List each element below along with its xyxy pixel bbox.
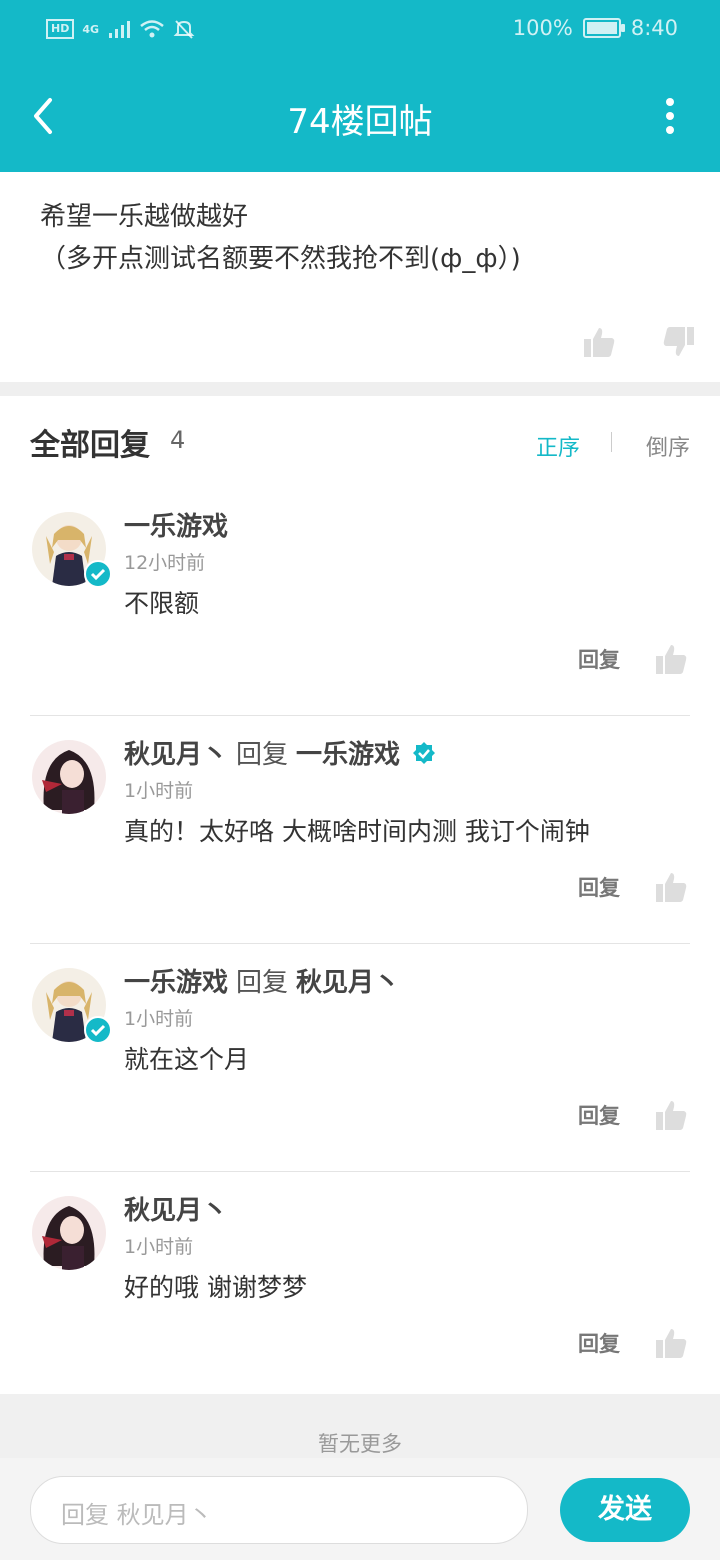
thumbs-down-icon[interactable] (662, 325, 696, 359)
thumbs-up-icon[interactable] (654, 642, 688, 676)
avatar[interactable] (32, 1196, 106, 1270)
status-bar: HD 4G 100% 8:40 (0, 0, 720, 62)
reply-text: 好的哦 谢谢梦梦 (124, 1273, 307, 1302)
battery-icon (582, 18, 625, 38)
reply-item: 一乐游戏 12小时前 不限额 回复 (0, 488, 720, 716)
replies-count: 4 (170, 426, 186, 454)
reply-button[interactable]: 回复 (578, 1100, 620, 1130)
sort-descending-button[interactable]: 倒序 (646, 430, 690, 462)
sort-ascending-button[interactable]: 正序 (536, 430, 580, 462)
reply-author-name[interactable]: 一乐游戏 (124, 506, 228, 543)
reply-button[interactable]: 回复 (578, 644, 620, 674)
thumbs-up-icon[interactable] (654, 1098, 688, 1132)
reply-author: 一乐游戏 回复 秋见月丶 (124, 962, 400, 999)
reply-input[interactable]: 回复 秋见月丶 (30, 1476, 528, 1544)
reply-author-name[interactable]: 一乐游戏 (124, 962, 228, 999)
section-divider (0, 382, 720, 396)
no-more-text: 暂无更多 (318, 1432, 402, 1456)
post-text-line: 希望一乐越做越好 (40, 202, 249, 232)
reply-button[interactable]: 回复 (578, 872, 620, 902)
reply-text: 不限额 (124, 589, 200, 618)
reply-to-word: 回复 (236, 740, 289, 770)
signal-bars-icon (109, 21, 131, 38)
signal-icon: 4G (82, 22, 100, 36)
hd-indicator: HD (46, 19, 75, 39)
reply-item: 秋见月丶 1小时前 好的哦 谢谢梦梦 回复 (0, 1172, 720, 1394)
replies-header: 全部回复 4 正序 倒序 (0, 396, 720, 489)
reply-author: 秋见月丶 回复 一乐游戏 (124, 734, 436, 771)
reply-text: 就在这个月 (124, 1045, 250, 1074)
thumbs-up-icon[interactable] (654, 1326, 688, 1360)
original-post: 希望一乐越做越好 （多开点测试名额要不然我抢不到(ф_ф）) (0, 150, 720, 382)
verified-badge-icon (84, 1016, 112, 1044)
reply-time: 12小时前 (124, 552, 206, 574)
reply-time: 1小时前 (124, 1236, 194, 1258)
reply-author: 一乐游戏 (124, 506, 228, 543)
reply-target-name[interactable]: 一乐游戏 (296, 734, 400, 771)
verified-badge-icon (84, 560, 112, 588)
battery-percent: 100% (512, 16, 573, 40)
reply-input-placeholder: 回复 秋见月丶 (61, 1501, 213, 1529)
list-end-area: 暂无更多 (0, 1394, 720, 1466)
reply-author: 秋见月丶 (124, 1190, 228, 1227)
reply-button[interactable]: 回复 (578, 1328, 620, 1358)
reply-to-word: 回复 (236, 968, 289, 998)
post-text-line: （多开点测试名额要不然我抢不到(ф_ф）) (40, 244, 521, 274)
thumbs-up-icon[interactable] (654, 870, 688, 904)
reply-item: 一乐游戏 回复 秋见月丶 1小时前 就在这个月 回复 (0, 944, 720, 1172)
page-title: 74楼回帖 (287, 102, 433, 142)
app-header: HD 4G 100% 8:40 74楼回帖 (0, 0, 720, 172)
verified-badge-icon (413, 741, 436, 764)
clock: 8:40 (630, 16, 678, 40)
more-menu-icon[interactable] (664, 98, 676, 138)
thumbs-up-icon[interactable] (582, 325, 616, 359)
avatar[interactable] (32, 740, 106, 814)
mute-bell-icon (173, 20, 195, 39)
replies-title: 全部回复 (30, 428, 150, 463)
send-button[interactable]: 发送 (560, 1478, 690, 1542)
reply-item: 秋见月丶 回复 一乐游戏 1小时前 真的！太好咯 大概啥时间内测 我订个闹钟 回… (0, 716, 720, 944)
reply-bar: 回复 秋见月丶 发送 (0, 1458, 720, 1560)
reply-author-name[interactable]: 秋见月丶 (124, 734, 228, 771)
reply-author-name[interactable]: 秋见月丶 (124, 1190, 228, 1227)
reply-target-name[interactable]: 秋见月丶 (296, 962, 400, 999)
sort-separator (611, 432, 612, 452)
reply-time: 1小时前 (124, 780, 194, 802)
reply-text: 真的！太好咯 大概啥时间内测 我订个闹钟 (124, 817, 590, 846)
wifi-icon (140, 20, 164, 38)
reply-time: 1小时前 (124, 1008, 194, 1030)
